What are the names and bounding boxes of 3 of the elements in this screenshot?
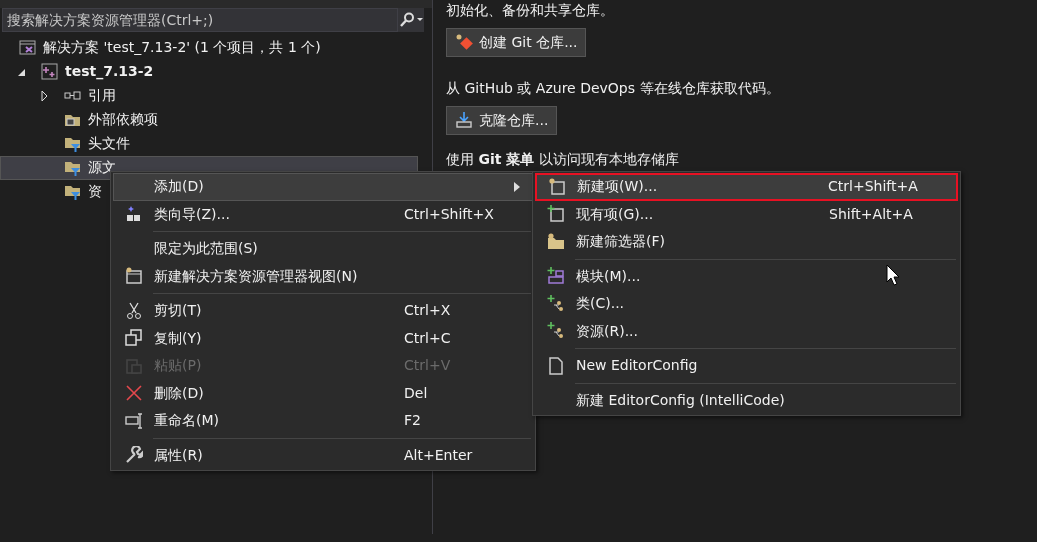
description-text: 初始化、备份和共享仓库。 [446, 1, 615, 20]
description-text: 从 GitHub 或 Azure DevOps 等在线仓库获取代码。 [446, 78, 781, 98]
description-text: 使用 Git 菜单 以访问现有本地存储库 [446, 150, 680, 169]
